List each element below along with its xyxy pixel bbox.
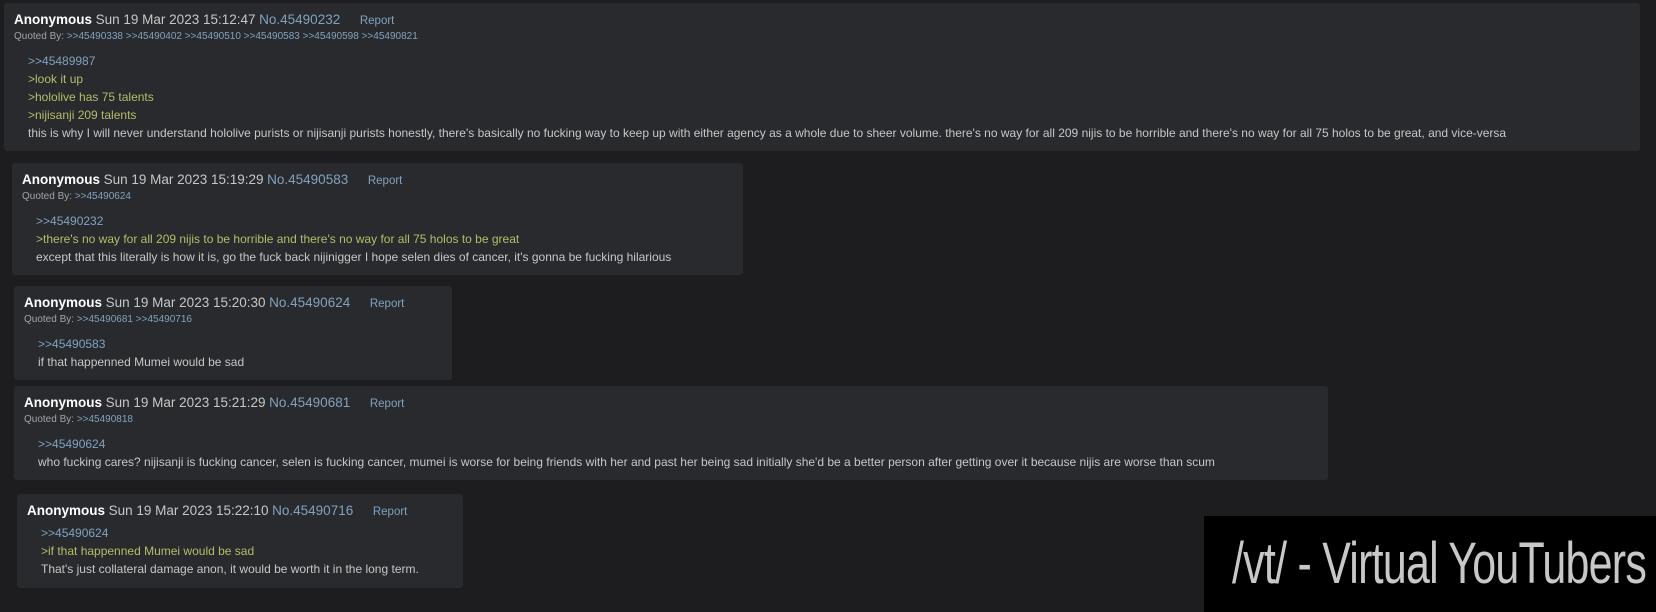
post-header: Anonymous Sun 19 Mar 2023 15:12:47 No.45…	[14, 12, 394, 29]
quoted-by-label: Quoted By:	[14, 31, 65, 42]
post-header: Anonymous Sun 19 Mar 2023 15:20:30 No.45…	[24, 295, 404, 312]
board-banner[interactable]: /vt/ - Virtual YouTubers	[1204, 516, 1656, 612]
report-button[interactable]: Report	[373, 506, 408, 518]
quote-link[interactable]: >>45490583	[38, 335, 244, 353]
post-text: if that happenned Mumei would be sad	[38, 355, 245, 369]
post-number-link[interactable]: No.45490716	[272, 503, 353, 518]
quoted-by-label: Quoted By:	[24, 314, 75, 325]
report-button[interactable]: Report	[370, 298, 405, 310]
backlink[interactable]: >>45490338	[67, 31, 123, 42]
post-45490583: Anonymous Sun 19 Mar 2023 15:19:29 No.45…	[12, 163, 743, 275]
post-number-link[interactable]: No.45490232	[259, 12, 340, 27]
greentext-line: >look it up	[28, 72, 84, 86]
post-body: >>45489987 >look it up >hololive has 75 …	[28, 52, 1506, 142]
post-body: >>45490232 >there's no way for all 209 n…	[36, 212, 671, 266]
quote-link[interactable]: >>45490624	[41, 524, 419, 542]
poster-name: Anonymous	[14, 12, 93, 27]
quoted-by: Quoted By: >>45490818	[24, 414, 133, 426]
backlink[interactable]: >>45490821	[362, 31, 418, 42]
quoted-by: Quoted By: >>45490338 >>45490402 >>45490…	[14, 31, 418, 43]
quoted-by: Quoted By: >>45490681 >>45490716	[24, 314, 192, 326]
post-date: Sun 19 Mar 2023 15:19:29	[103, 172, 264, 187]
post-body: >>45490583 if that happenned Mumei would…	[38, 335, 244, 371]
post-45490624: Anonymous Sun 19 Mar 2023 15:20:30 No.45…	[14, 286, 452, 380]
backlink[interactable]: >>45490716	[136, 314, 192, 325]
greentext-line: >if that happenned Mumei would be sad	[41, 544, 255, 558]
quote-link[interactable]: >>45490624	[38, 435, 1215, 453]
report-button[interactable]: Report	[368, 175, 403, 187]
post-body: >>45490624 who fucking cares? nijisanji …	[38, 435, 1215, 471]
post-text: this is why I will never understand holo…	[28, 126, 1507, 140]
backlink[interactable]: >>45490583	[244, 31, 300, 42]
post-header: Anonymous Sun 19 Mar 2023 15:22:10 No.45…	[27, 503, 407, 520]
poster-name: Anonymous	[22, 172, 101, 187]
backlink[interactable]: >>45490624	[75, 191, 131, 202]
report-button[interactable]: Report	[360, 15, 395, 27]
greentext-line: >hololive has 75 talents	[28, 90, 154, 104]
backlink[interactable]: >>45490598	[303, 31, 359, 42]
board-banner-title: /vt/ - Virtual YouTubers	[1232, 531, 1647, 596]
quoted-by: Quoted By: >>45490624	[22, 191, 131, 203]
backlink[interactable]: >>45490818	[77, 414, 133, 425]
post-date: Sun 19 Mar 2023 15:20:30	[105, 295, 266, 310]
backlink[interactable]: >>45490681	[77, 314, 133, 325]
quoted-by-label: Quoted By:	[22, 191, 73, 202]
post-header: Anonymous Sun 19 Mar 2023 15:21:29 No.45…	[24, 395, 404, 412]
post-header: Anonymous Sun 19 Mar 2023 15:19:29 No.45…	[22, 172, 402, 189]
post-45490681: Anonymous Sun 19 Mar 2023 15:21:29 No.45…	[14, 386, 1328, 480]
backlink[interactable]: >>45490510	[185, 31, 241, 42]
backlink[interactable]: >>45490402	[126, 31, 182, 42]
post-number-link[interactable]: No.45490624	[269, 295, 350, 310]
post-number-link[interactable]: No.45490583	[267, 172, 348, 187]
greentext-line: >there's no way for all 209 nijis to be …	[36, 232, 520, 246]
poster-name: Anonymous	[24, 395, 103, 410]
poster-name: Anonymous	[24, 295, 103, 310]
post-date: Sun 19 Mar 2023 15:22:10	[108, 503, 269, 518]
post-text: who fucking cares? nijisanji is fucking …	[38, 455, 1215, 469]
quote-link[interactable]: >>45490232	[36, 212, 671, 230]
quoted-by-label: Quoted By:	[24, 414, 75, 425]
post-number-link[interactable]: No.45490681	[269, 395, 350, 410]
post-45490716: Anonymous Sun 19 Mar 2023 15:22:10 No.45…	[17, 494, 463, 588]
post-text: except that this literally is how it is,…	[36, 250, 672, 264]
report-button[interactable]: Report	[370, 398, 405, 410]
post-text: That's just collateral damage anon, it w…	[41, 562, 419, 576]
greentext-line: >nijisanji 209 talents	[28, 108, 137, 122]
quote-link[interactable]: >>45489987	[28, 52, 1506, 70]
poster-name: Anonymous	[27, 503, 106, 518]
post-45490232: Anonymous Sun 19 Mar 2023 15:12:47 No.45…	[4, 3, 1640, 151]
post-date: Sun 19 Mar 2023 15:21:29	[105, 395, 266, 410]
post-date: Sun 19 Mar 2023 15:12:47	[95, 12, 256, 27]
post-body: >>45490624 >if that happenned Mumei woul…	[41, 524, 419, 578]
